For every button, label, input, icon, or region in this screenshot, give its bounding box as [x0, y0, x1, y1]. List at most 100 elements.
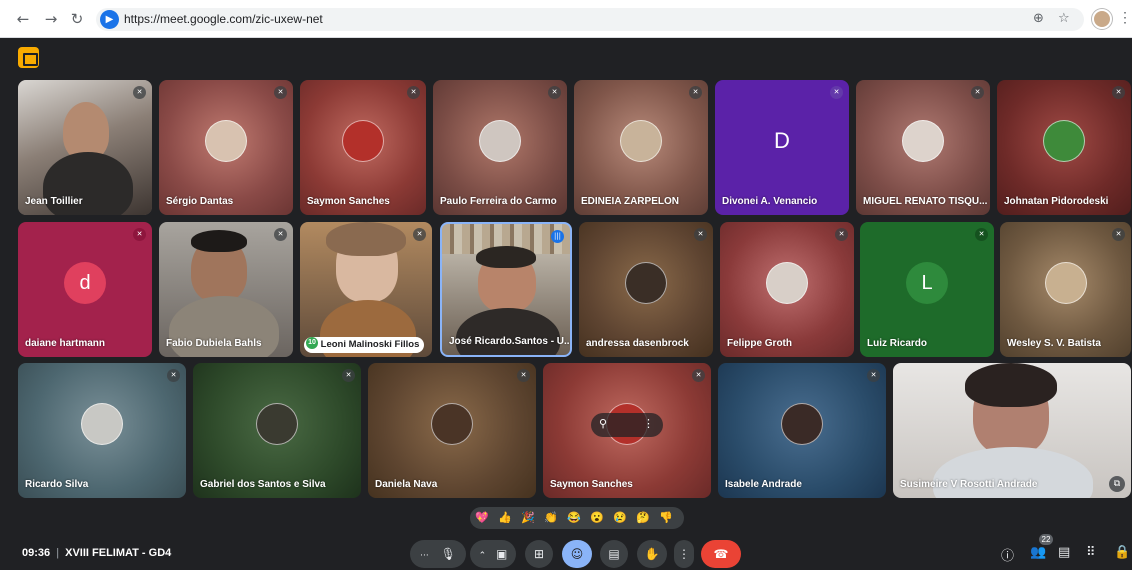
participant-avatar	[256, 402, 298, 445]
mic-muted-icon: ✕	[835, 228, 848, 241]
person-body	[456, 308, 560, 355]
speaking-indicator-icon: |||	[551, 230, 564, 243]
more-vert-icon[interactable]: ⋮	[674, 540, 694, 568]
mic-muted-icon: ✕	[133, 86, 146, 99]
participant-initial: D	[774, 127, 790, 153]
reactions-bar: 💖 👍 🎉 👏 😂 😮 😢 🤔 👎	[470, 507, 684, 529]
participant-name: Isabele Andrade	[725, 479, 802, 490]
mic-icon[interactable]: 🎙	[441, 547, 456, 561]
info-icon[interactable]: ⓘ	[1001, 545, 1014, 564]
end-call-icon[interactable]: ☎	[701, 540, 741, 568]
reaction-heart[interactable]: 💖	[474, 510, 490, 526]
reaction-thumbs-down[interactable]: 👎	[658, 510, 674, 526]
meeting-time: 09:36	[22, 547, 51, 559]
chevron-up-icon[interactable]: ⌃	[479, 551, 487, 561]
host-controls-icon[interactable]: 🔒	[1114, 545, 1130, 560]
participant-tile[interactable]: ✕ Sérgio Dantas	[159, 80, 293, 215]
reaction-surprised[interactable]: 😮	[589, 510, 605, 526]
participant-tile[interactable]: ✕ MIGUEL RENATO TISQU...	[856, 80, 990, 215]
person-hair	[326, 222, 406, 256]
reload-icon[interactable]: ↻	[67, 9, 87, 29]
participant-tile[interactable]: ✕ EDINEIA ZARPELON	[574, 80, 708, 215]
reaction-party[interactable]: 🎉	[520, 510, 536, 526]
reaction-thinking[interactable]: 🤔	[635, 510, 651, 526]
self-name-badge: 10 Leoni Malinoski Fillos	[304, 337, 425, 353]
participant-tile[interactable]: ✕ Johnatan Pidorodeski	[997, 80, 1131, 215]
pin-icon[interactable]: ⚲	[599, 417, 607, 430]
back-icon[interactable]: ←	[13, 9, 33, 29]
participant-name: Daniela Nava	[375, 479, 438, 490]
participant-tile[interactable]: ✕ 10 Leoni Malinoski Fillos	[300, 222, 432, 357]
participant-name: Saymon Sanches	[307, 196, 390, 207]
participant-count-badge: 22	[1039, 534, 1053, 545]
participant-name: Johnatan Pidorodeski	[1004, 196, 1109, 207]
emoji-icon[interactable]: ☺	[562, 540, 592, 568]
people-icon[interactable]: 👥	[1030, 545, 1046, 560]
participant-tile[interactable]: d ✕ daiane hartmann	[18, 222, 152, 357]
participant-tile[interactable]: ⧉ Susimeire V Rosotti Andrade	[893, 363, 1131, 498]
participant-avatar	[781, 402, 823, 445]
participant-name: Paulo Ferreira do Carmo	[440, 196, 557, 207]
participant-name: EDINEIA ZARPELON	[581, 196, 679, 207]
mic-muted-icon: ✕	[830, 86, 843, 99]
participant-tile[interactable]: ✕ Isabele Andrade	[718, 363, 886, 498]
meet-logo-icon[interactable]	[18, 47, 39, 68]
browser-menu-icon[interactable]: ⋮	[1118, 9, 1132, 26]
forward-icon[interactable]: →	[41, 9, 61, 29]
frame-icon[interactable]: ⧉	[1109, 476, 1125, 492]
participant-tile[interactable]: ✕ Felippe Groth	[720, 222, 854, 357]
chat-icon[interactable]: ▤	[1058, 545, 1070, 560]
profile-avatar[interactable]	[1092, 9, 1112, 29]
mic-control[interactable]: ··· 🎙	[410, 540, 466, 568]
more-options[interactable]: ···	[420, 551, 429, 561]
address-bar[interactable]: ▶ https://meet.google.com/zic-uxew-net ⊕…	[96, 8, 1084, 31]
participant-avatar	[205, 119, 247, 162]
participant-tile[interactable]: ✕ Jean Toillier	[18, 80, 152, 215]
participant-tile[interactable]: ✕ Gabriel dos Santos e Silva	[193, 363, 361, 498]
self-view-count: 10	[306, 337, 318, 350]
participant-tile[interactable]: ✕ Fabio Dubiela Bahls	[159, 222, 293, 357]
participant-avatar	[342, 119, 384, 162]
mic-muted-icon: ✕	[413, 228, 426, 241]
mic-muted-icon: ✕	[274, 228, 287, 241]
participant-tile[interactable]: L ✕ Luiz Ricardo	[860, 222, 994, 357]
participant-name: Felippe Groth	[727, 338, 792, 349]
participant-name: Sérgio Dantas	[166, 196, 234, 207]
captions-icon[interactable]: ▤	[600, 540, 628, 568]
raise-hand-icon[interactable]: ✋	[637, 540, 667, 568]
participant-tile[interactable]: ✕ Paulo Ferreira do Carmo	[433, 80, 567, 215]
activities-icon[interactable]: ⠿	[1086, 545, 1096, 560]
more-vert-icon[interactable]: ⋮	[643, 417, 654, 430]
participant-tile[interactable]: ✕ Ricardo Silva	[18, 363, 186, 498]
participant-avatar	[1044, 261, 1087, 304]
meeting-title: XVIII FELIMAT - GD4	[65, 547, 172, 559]
reaction-sad[interactable]: 😢	[612, 510, 628, 526]
participant-tile[interactable]: ✕ andressa dasenbrock	[579, 222, 713, 357]
star-icon[interactable]: ☆	[1058, 11, 1070, 26]
participant-avatar	[620, 119, 662, 162]
reaction-laugh[interactable]: 😂	[566, 510, 582, 526]
participant-name: Saymon Sanches	[550, 479, 633, 490]
reaction-clap[interactable]: 👏	[543, 510, 559, 526]
zoom-icon[interactable]: ⊕	[1033, 11, 1044, 26]
participant-name: Ricardo Silva	[25, 479, 89, 490]
camera-control[interactable]: ⌃ ▣	[470, 540, 516, 568]
participant-name: Leoni Malinoski Fillos	[320, 339, 420, 350]
participant-tile[interactable]: ✕ Daniela Nava	[368, 363, 536, 498]
mic-muted-icon: ✕	[342, 369, 355, 382]
participant-tile[interactable]: ⚲ ⋮ ✕ Saymon Sanches	[543, 363, 711, 498]
present-icon[interactable]: ⊞	[525, 540, 553, 568]
site-info-icon[interactable]: ▶	[100, 10, 119, 29]
participant-tile[interactable]: ✕ Saymon Sanches	[300, 80, 426, 215]
camera-icon[interactable]: ▣	[496, 547, 507, 561]
participant-initial: L	[906, 261, 948, 304]
participant-tile[interactable]: ✕ Wesley S. V. Batista	[1000, 222, 1131, 357]
participant-tile-speaking[interactable]: ||| José Ricardo.Santos - U...	[440, 222, 572, 357]
mic-muted-icon: ✕	[133, 228, 146, 241]
participant-name: José Ricardo.Santos - U...	[449, 336, 572, 347]
participant-name: Divonei A. Venancio	[722, 196, 818, 207]
reaction-thumbs-up[interactable]: 👍	[497, 510, 513, 526]
participant-avatar	[431, 402, 473, 445]
mic-muted-icon: ✕	[1112, 228, 1125, 241]
participant-tile[interactable]: D ✕ Divonei A. Venancio	[715, 80, 849, 215]
